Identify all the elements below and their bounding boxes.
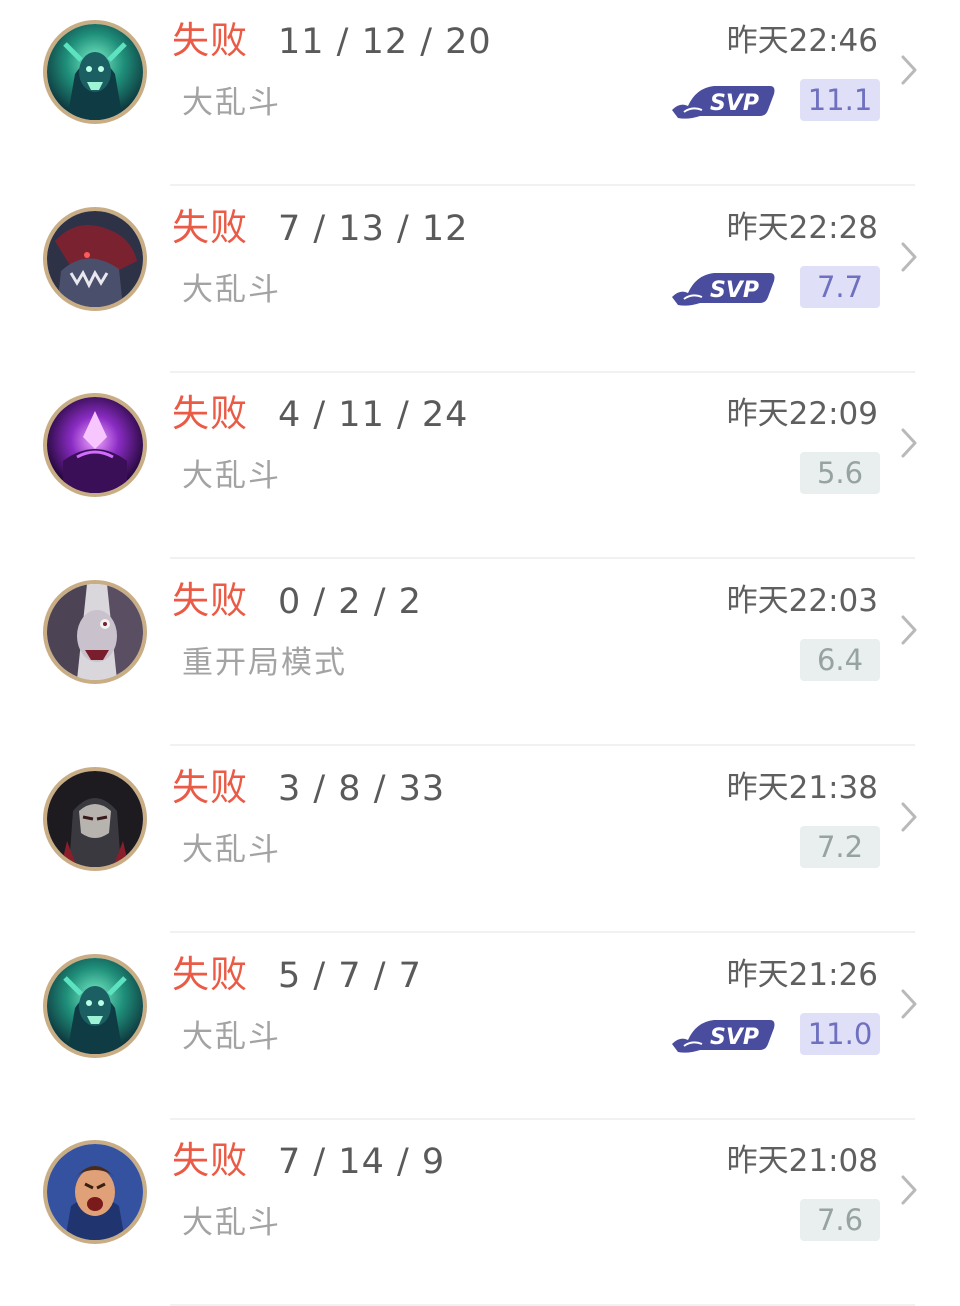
hero-avatar [43, 767, 147, 871]
row-divider [170, 931, 915, 933]
purple-void-mage-icon [47, 397, 143, 493]
game-mode: 重开局模式 [182, 645, 347, 681]
chevron-right-icon[interactable] [898, 1173, 920, 1207]
chevron-right-icon[interactable] [898, 613, 920, 647]
match-result: 失败 [172, 766, 248, 809]
kda-stats: 7 / 14 / 9 [278, 1142, 446, 1182]
score-badge: 7.2 [800, 826, 880, 868]
svg-text:SVP: SVP [710, 91, 759, 116]
green-undead-knight-icon [47, 24, 143, 120]
chevron-right-icon[interactable] [898, 426, 920, 460]
match-row[interactable]: 失败 3 / 8 / 33 大乱斗 昨天21:38 7.2 [0, 747, 960, 933]
row-divider [170, 184, 915, 186]
masked-gunner-icon [47, 771, 143, 867]
match-time: 昨天22:28 [726, 210, 878, 246]
kda-stats: 4 / 11 / 24 [278, 395, 469, 435]
svp-badge-icon: SVP [670, 80, 778, 122]
hero-avatar [43, 393, 147, 497]
game-mode: 大乱斗 [182, 85, 281, 121]
match-history-list: 失败 11 / 12 / 20 大乱斗 昨天22:46 SVP 11.1 失败 7 / 13 … [0, 0, 960, 1306]
match-time: 昨天22:03 [726, 583, 878, 619]
svp-badge-icon: SVP [670, 1014, 778, 1056]
match-result: 失败 [172, 19, 248, 62]
match-row[interactable]: 失败 11 / 12 / 20 大乱斗 昨天22:46 SVP 11.1 [0, 0, 960, 186]
match-result: 失败 [172, 1139, 248, 1182]
kda-stats: 0 / 2 / 2 [278, 582, 422, 622]
chevron-right-icon[interactable] [898, 240, 920, 274]
match-result: 失败 [172, 206, 248, 249]
match-time: 昨天21:38 [726, 770, 878, 806]
svg-text:SVP: SVP [710, 1025, 759, 1050]
score-badge: 7.6 [800, 1199, 880, 1241]
row-divider [170, 744, 915, 746]
kda-stats: 7 / 13 / 12 [278, 209, 469, 249]
hero-avatar [43, 954, 147, 1058]
score-badge: 5.6 [800, 452, 880, 494]
match-time: 昨天22:46 [726, 23, 878, 59]
kda-stats: 5 / 7 / 7 [278, 956, 422, 996]
chevron-right-icon[interactable] [898, 800, 920, 834]
chevron-right-icon[interactable] [898, 987, 920, 1021]
game-mode: 大乱斗 [182, 1019, 281, 1055]
red-beast-icon [47, 211, 143, 307]
score-badge: 11.0 [800, 1013, 880, 1055]
hero-avatar [43, 1140, 147, 1244]
kda-stats: 11 / 12 / 20 [278, 22, 492, 62]
kda-stats: 3 / 8 / 33 [278, 769, 446, 809]
match-time: 昨天22:09 [726, 396, 878, 432]
hero-avatar [43, 207, 147, 311]
score-badge: 6.4 [800, 639, 880, 681]
score-badge: 7.7 [800, 266, 880, 308]
game-mode: 大乱斗 [182, 458, 281, 494]
match-row[interactable]: 失败 4 / 11 / 24 大乱斗 昨天22:09 5.6 [0, 373, 960, 559]
match-time: 昨天21:08 [726, 1143, 878, 1179]
match-time: 昨天21:26 [726, 957, 878, 993]
match-row[interactable]: 失败 5 / 7 / 7 大乱斗 昨天21:26 SVP 11.0 [0, 934, 960, 1120]
match-row[interactable]: 失败 0 / 2 / 2 重开局模式 昨天22:03 6.4 [0, 560, 960, 746]
svp-badge-icon: SVP [670, 267, 778, 309]
row-divider [170, 557, 915, 559]
match-result: 失败 [172, 392, 248, 435]
pale-ghoul-icon [47, 584, 143, 680]
hero-avatar [43, 580, 147, 684]
match-result: 失败 [172, 579, 248, 622]
shouting-warrior-icon [47, 1144, 143, 1240]
green-undead-knight-icon [47, 958, 143, 1054]
game-mode: 大乱斗 [182, 832, 281, 868]
hero-avatar [43, 20, 147, 124]
match-result: 失败 [172, 953, 248, 996]
game-mode: 大乱斗 [182, 272, 281, 308]
score-badge: 11.1 [800, 79, 880, 121]
match-row[interactable]: 失败 7 / 14 / 9 大乱斗 昨天21:08 7.6 [0, 1120, 960, 1306]
match-row[interactable]: 失败 7 / 13 / 12 大乱斗 昨天22:28 SVP 7.7 [0, 187, 960, 373]
svg-text:SVP: SVP [710, 278, 759, 303]
game-mode: 大乱斗 [182, 1205, 281, 1241]
chevron-right-icon[interactable] [898, 53, 920, 87]
